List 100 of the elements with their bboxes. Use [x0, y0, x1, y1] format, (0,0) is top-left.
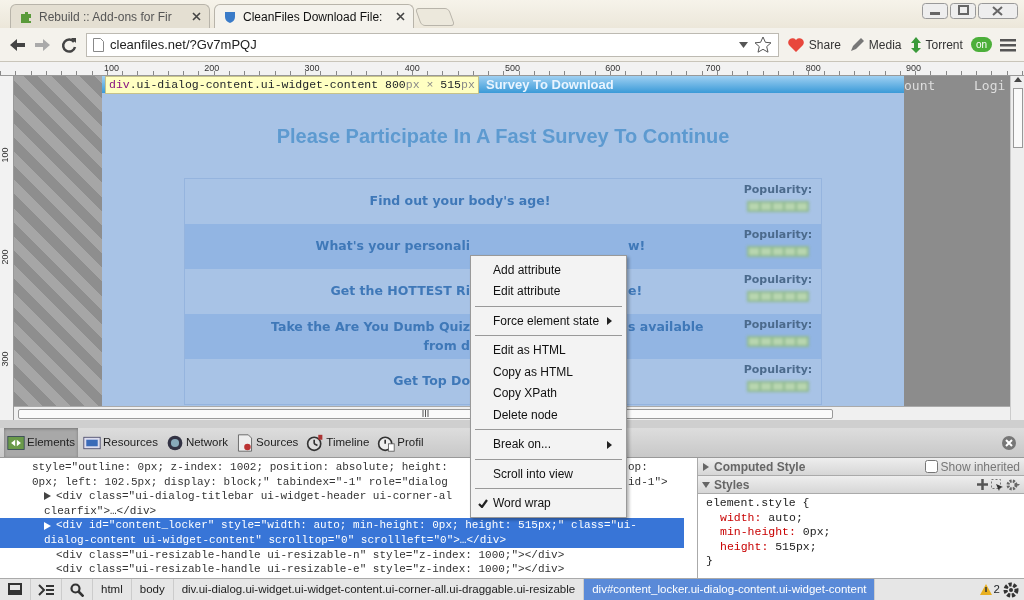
devtools-tab[interactable]: Elements	[4, 428, 78, 457]
blurred-rating-drawing	[747, 380, 809, 392]
menu-icon[interactable]	[1000, 37, 1016, 52]
pen-icon	[848, 36, 865, 53]
ruler-label: 300	[0, 351, 10, 367]
dropdown-icon[interactable]	[738, 41, 748, 48]
scrollbar-thumb[interactable]	[1012, 88, 1023, 148]
gear-icon[interactable]	[1006, 478, 1020, 491]
menu-item[interactable]: Copy XPath	[473, 382, 624, 404]
reload-icon[interactable]	[60, 35, 78, 54]
dialog-title: Survey To Download	[486, 76, 614, 94]
devtools-tab[interactable]: Profil	[374, 428, 427, 457]
code-icon	[7, 433, 25, 452]
blurred-rating-drawing	[747, 335, 809, 347]
warning-count[interactable]: 2	[993, 580, 1000, 599]
panel-header[interactable]: Computed Style Show inherited	[698, 458, 1024, 476]
survey-heading: Please Participate In A Fast Survey To Continue	[276, 124, 730, 149]
puzzle-icon	[19, 9, 33, 24]
search-icon[interactable]	[70, 582, 84, 597]
menu-item[interactable]: Scroll into view	[473, 463, 624, 485]
ruler-label: 700	[705, 63, 721, 73]
document-icon	[236, 433, 255, 452]
console-icon[interactable]	[38, 583, 54, 596]
devtools-tab[interactable]: Network	[162, 428, 232, 457]
code-line: <div class="ui-dialog-titlebar ui-widget-header ui-corner-al	[56, 489, 453, 504]
scrollbar[interactable]	[1010, 76, 1024, 420]
ruler-label: 400	[404, 63, 420, 73]
selected-row[interactable]: <div id="content_locker" style="width: auto; min-height: 0px; height: 515px;" class="ui- dialog-content ui-widget-content" scrolltop="0" scrollleft="0">…</div>	[0, 518, 684, 548]
minimize-icon[interactable]	[922, 3, 948, 19]
menu-item[interactable]: Delete node	[473, 404, 624, 426]
code-line: <div id="content_locker" style="width: auto; min-height: 0px; height: 515px;" class="ui-	[56, 518, 637, 533]
blurred-rating-drawing	[747, 245, 809, 257]
submenu-arrow-icon	[607, 317, 612, 325]
css-selector: element.style {	[706, 496, 811, 511]
settings-icon[interactable]	[1002, 580, 1020, 599]
devtools-tab[interactable]: Timeline	[303, 428, 373, 457]
dock-icon[interactable]	[8, 583, 22, 596]
browser-tab[interactable]: CleanFiles Download File:	[214, 4, 414, 28]
heart-icon	[786, 36, 805, 53]
back-icon[interactable]	[8, 36, 26, 53]
devtools-tab[interactable]: Resources	[79, 428, 161, 457]
warning-icon	[979, 584, 992, 595]
ruler-label: 100	[104, 63, 120, 73]
popularity-label: Popularity:	[743, 182, 813, 198]
css-property: width: auto;	[719, 510, 804, 525]
ruler-label: 100	[0, 147, 10, 163]
maximize-icon[interactable]	[950, 3, 976, 19]
star-icon[interactable]	[753, 35, 772, 54]
checkmark-icon	[478, 498, 488, 508]
code-line: style="outline: 0px; z-index: 1002; position: absolute; height:	[32, 460, 449, 475]
up-arrow-icon[interactable]	[1013, 76, 1022, 82]
select-element-icon[interactable]	[991, 478, 1003, 491]
breadcrumb[interactable]: html	[93, 579, 132, 600]
menu-item[interactable]: Copy as HTML	[473, 361, 624, 383]
browser-tab[interactable]: Rebuild :: Add-ons for Fir	[10, 4, 210, 28]
ruler-label: 300	[304, 63, 320, 73]
ruler-label: 900	[906, 63, 922, 73]
code-line: <div class="ui-resizable-handle ui-resizable-e" style="z-index: 1000;"></div>	[56, 562, 565, 577]
menu-item[interactable]: Break on...	[473, 433, 624, 455]
ruler-label: 200	[204, 63, 220, 73]
extension-button[interactable]: Share	[786, 35, 841, 54]
devtools-tab[interactable]: Sources	[233, 428, 302, 457]
ruler-label: 600	[605, 63, 621, 73]
checkbox-label: Show inherited	[940, 458, 1020, 476]
code-line: <div class="ui-resizable-handle ui-resizable-n" style="z-index: 1000;"></div>	[56, 547, 565, 563]
close-icon[interactable]	[396, 12, 405, 21]
code-line: dialog-content ui-widget-content" scrolltop="0" scrollleft="0">…</div>	[44, 532, 507, 548]
css-property: height: 515px;	[719, 539, 818, 554]
updown-arrows-icon	[909, 36, 922, 53]
close-icon[interactable]	[978, 3, 1018, 19]
close-icon[interactable]	[1002, 435, 1016, 450]
code-line: id-1">	[628, 474, 668, 490]
close-icon[interactable]	[192, 12, 201, 21]
menu-item[interactable]: Force element state	[473, 310, 624, 332]
plus-icon[interactable]	[977, 479, 988, 490]
menu-item[interactable]: Edit as HTML	[473, 339, 624, 361]
popularity-label: Popularity:	[743, 227, 813, 243]
menu-item[interactable]: Word wrap	[473, 492, 624, 514]
blurred-rating-drawing	[747, 290, 809, 302]
code-line: 0px; left: 102.5px; display: block;" tabindex="-1" role="dialog	[32, 474, 449, 490]
checkbox[interactable]	[924, 460, 938, 473]
panel-header[interactable]: Styles	[698, 476, 1024, 494]
grip-icon	[422, 410, 429, 417]
code-line: clearfix">…</div>	[44, 503, 157, 519]
menu-item[interactable]: Edit attribute	[473, 280, 624, 302]
extension-button[interactable]: Torrent	[909, 35, 963, 54]
address-bar[interactable]: cleanfiles.net/?Gv7mPQJ	[86, 32, 779, 57]
ruler-label: 500	[505, 63, 521, 73]
expand-triangle-icon[interactable]	[44, 521, 51, 530]
shield-icon	[223, 9, 237, 24]
breadcrumb[interactable]: body	[131, 579, 174, 600]
ruler-label: 800	[805, 63, 821, 73]
expand-triangle-icon[interactable]	[44, 492, 51, 501]
extension-button[interactable]: Media	[848, 35, 902, 54]
submenu-arrow-icon	[607, 440, 612, 449]
css-property: min-height: 0px;	[719, 525, 832, 540]
stopwatch-icon	[306, 433, 325, 452]
menu-item[interactable]: Add attribute	[473, 259, 624, 281]
popularity-label: Popularity:	[743, 317, 813, 333]
code-line: op:	[628, 460, 648, 475]
